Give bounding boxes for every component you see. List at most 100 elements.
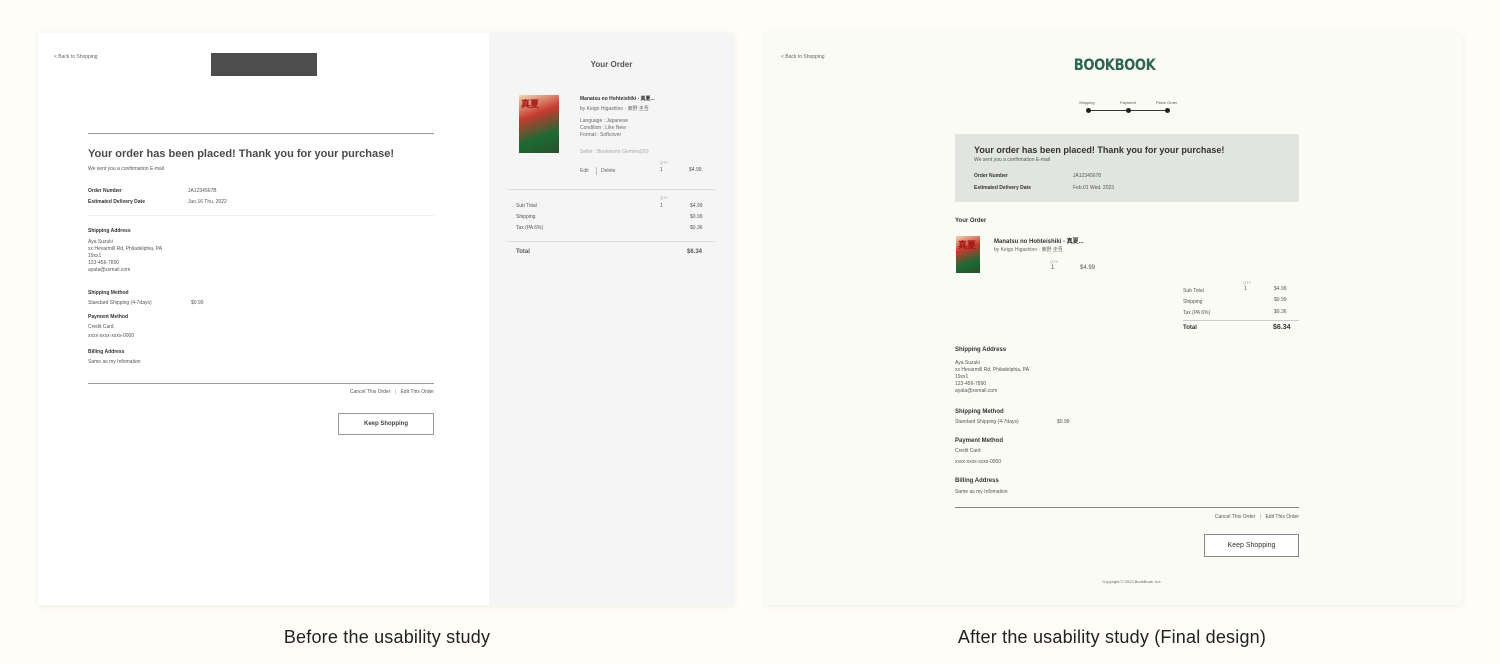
- divider: [507, 189, 715, 190]
- address-line: 19xx1: [88, 253, 102, 259]
- item-qty: 1: [1051, 265, 1055, 271]
- step-shipping-label: Shipping: [1079, 100, 1095, 105]
- confirmation-subtext: We sent you a confirmation E-mail: [88, 166, 165, 172]
- book-author: by Keigo Higashino · 東野 圭吾: [580, 106, 649, 112]
- book-title[interactable]: Manatsu no Hohteishiki - 真夏...: [994, 236, 1084, 245]
- shipping-label: Shipping: [516, 214, 536, 220]
- subtotal-value: $4.99: [1274, 286, 1287, 292]
- eta-value: Jun.16 Thu, 2022: [188, 199, 227, 205]
- address-line: ayata@xxmail.com: [88, 267, 131, 273]
- eta-label: Estimated Delivery Date: [88, 199, 145, 205]
- book-title[interactable]: Manatsu no Hohteishiki - 真夏...: [580, 96, 655, 103]
- divider: [1183, 320, 1299, 321]
- shipping-method-value: Standard Shipping (4-7days): [955, 419, 1019, 425]
- book-condition: Condition : Like New: [580, 125, 626, 131]
- billing-address-heading: Billing Address: [955, 478, 999, 484]
- step-place-order-label: Place Order: [1156, 100, 1178, 105]
- payment-method: Credit Card xxxx-xxxx-xxxx-0000: [88, 324, 134, 340]
- bookbook-logo[interactable]: BOOKBOOK: [1074, 55, 1156, 74]
- payment-method-value: Credit Card: [88, 324, 114, 330]
- your-order-title: Your Order: [590, 60, 633, 69]
- book-language: Language : Japanese: [580, 118, 629, 124]
- step-payment-label: Payment: [1120, 100, 1136, 105]
- subtotal-label: Sub Total: [516, 203, 537, 209]
- order-placed-headline: Your order has been placed! Thank you fo…: [974, 145, 1225, 155]
- qty-header: QTY: [1243, 280, 1252, 285]
- cancel-order-link[interactable]: Cancel This Order: [1215, 514, 1255, 520]
- order-placed-headline: Your order has been placed! Thank you fo…: [88, 148, 395, 160]
- before-screen: < Back to Shopping Your order has been p…: [38, 33, 734, 605]
- item-qty: 1: [660, 167, 663, 173]
- divider: [507, 241, 715, 242]
- billing-address-value: Same as my Infomation: [88, 359, 141, 365]
- order-number-label: Order Number: [88, 188, 122, 194]
- cancel-order-link[interactable]: Cancel This Order: [350, 389, 390, 395]
- edit-order-link[interactable]: Edit This Order: [1265, 514, 1299, 520]
- divider: [88, 383, 434, 384]
- shipping-value: $0.99: [690, 214, 703, 220]
- back-to-shopping-link[interactable]: < Back to Shopping: [54, 54, 98, 60]
- subtotal-qty: 1: [1244, 286, 1247, 292]
- shipping-value: $0.99: [1274, 297, 1287, 303]
- before-caption: Before the usability study: [283, 627, 491, 647]
- divider: [955, 507, 1299, 508]
- address-line: Aya Suzuki: [88, 239, 113, 245]
- back-to-shopping-link[interactable]: < Back to Shopping: [781, 54, 825, 60]
- address-line: xx Hevarmill Rd, Philadelphia, PA: [955, 367, 1030, 373]
- shipping-label: Shipping: [1183, 299, 1203, 305]
- your-order-heading: Your Order: [955, 218, 987, 224]
- card-number: xxxx-xxxx-xxxx-0000: [88, 333, 135, 339]
- address-line: Aya Suzuki: [955, 360, 980, 366]
- billing-address-value: Same as my Infomation: [955, 489, 1008, 495]
- order-actions: Cancel This Order | Edit This Order: [349, 389, 434, 395]
- shipping-method-heading: Shipping Method: [955, 409, 1004, 415]
- tax-label: Tax (PA 6%): [1183, 310, 1211, 316]
- tax-label: Tax (PA 6%): [516, 225, 544, 231]
- shipping-method-price: $0.99: [191, 300, 204, 306]
- subtotal-qty: 1: [660, 203, 663, 209]
- shipping-address: Aya Suzuki xx Hevarmill Rd, Philadelphia…: [88, 239, 162, 274]
- shipping-method-value: Standard Shipping (4-7days): [88, 300, 152, 306]
- order-number-value: JA12345678: [1073, 173, 1102, 179]
- book-format: Format : Softcover: [580, 132, 622, 138]
- edit-order-link[interactable]: Edit This Order: [400, 389, 434, 395]
- order-number-value: JA1234567B: [188, 188, 217, 194]
- edit-item-link[interactable]: Edit: [580, 168, 589, 174]
- total-value: $6.34: [687, 249, 703, 255]
- subtotal-value: $4.99: [690, 203, 703, 209]
- order-summary-sidebar: Your Order Manatsu no Hohteishiki - 真夏..…: [489, 33, 734, 605]
- tax-value: $0.36: [690, 225, 703, 231]
- payment-method-value: Credit Card: [955, 448, 981, 454]
- delete-item-link[interactable]: Delete: [601, 168, 615, 174]
- shipping-method-price: $0.99: [1057, 419, 1070, 425]
- book-cover-image: [956, 236, 980, 273]
- keep-shopping-button[interactable]: Keep Shopping: [338, 413, 434, 435]
- subtotal-label: Sub Total: [1183, 288, 1204, 294]
- book-seller[interactable]: Seller : Bookworm Gemma(20): [580, 149, 649, 155]
- after-screen: < Back to Shopping BOOKBOOK Shipping Pay…: [765, 33, 1462, 605]
- total-label: Total: [1183, 325, 1197, 331]
- address-line: xx Hevarmill Rd, Philadelphia, PA: [88, 246, 163, 252]
- total-label: Total: [516, 249, 530, 255]
- address-line: ayata@xxmail.com: [955, 388, 998, 394]
- keep-shopping-button[interactable]: Keep Shopping: [1204, 534, 1299, 557]
- step-dot: [1086, 108, 1091, 113]
- order-number-label: Order Number: [974, 173, 1008, 179]
- logo-placeholder: [211, 53, 317, 76]
- payment-method-heading: Payment Method: [955, 438, 1004, 444]
- address-line: 19xx1: [955, 374, 969, 380]
- item-price: $4.99: [1080, 265, 1096, 271]
- book-cover-image: [519, 95, 559, 153]
- shipping-address-heading: Shipping Address: [88, 228, 131, 234]
- item-price: $4.99: [689, 167, 702, 173]
- tax-value: $0.36: [1274, 309, 1287, 315]
- divider: [88, 215, 434, 216]
- billing-address-heading: Billing Address: [88, 349, 125, 355]
- step-dot: [1126, 108, 1131, 113]
- shipping-method-heading: Shipping Method: [88, 290, 129, 296]
- book-author: by Keigo Higashino · 東野 圭吾: [994, 247, 1063, 253]
- confirmation-subtext: We sent you a confirmation E-mail: [974, 157, 1051, 163]
- shipping-address-heading: Shipping Address: [955, 347, 1007, 353]
- card-number: xxxx-xxxx-xxxx-0000: [955, 459, 1002, 465]
- qty-header: QTY: [660, 195, 669, 200]
